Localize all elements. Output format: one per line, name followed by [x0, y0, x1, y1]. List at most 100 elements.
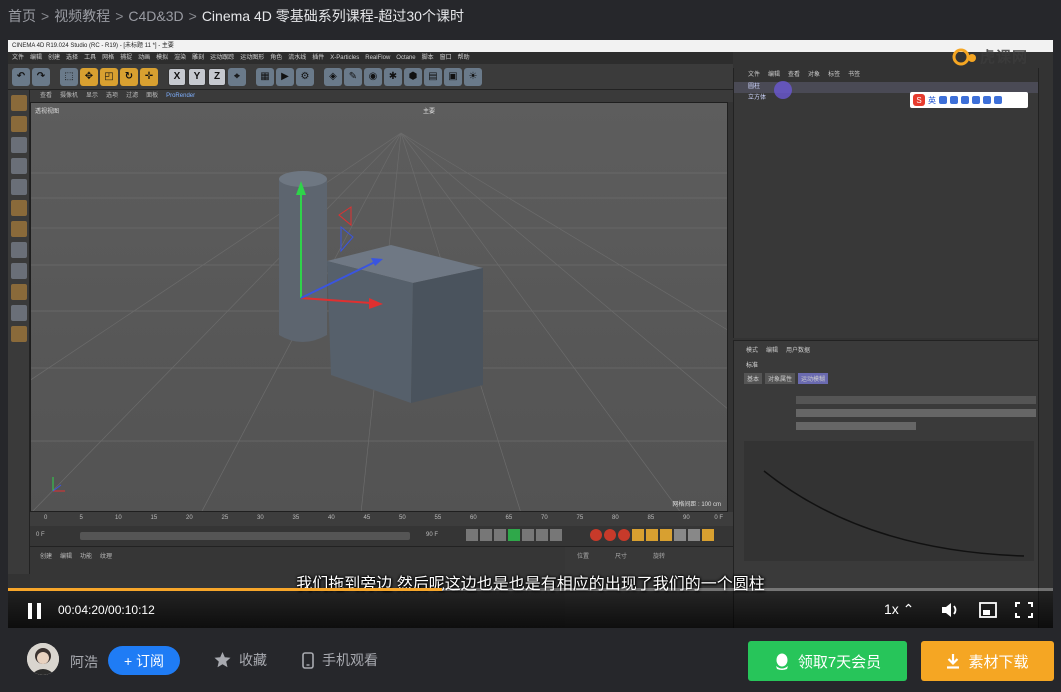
timeline-tick-label: 70	[541, 515, 548, 521]
array-icon: ✱	[384, 67, 402, 86]
timeline-tick-label: 50	[399, 515, 406, 521]
transport-bar: 0 F 90 F	[30, 526, 733, 546]
download-materials-button[interactable]: 素材下载	[921, 641, 1054, 681]
mode-workplane-icon	[10, 137, 27, 153]
app-menu-item: 文件	[12, 55, 25, 61]
pause-icon	[28, 603, 32, 619]
render-settings-icon: ⚙	[296, 67, 314, 86]
deformer-icon: ⬢	[404, 67, 422, 86]
z-axis-icon: Z	[208, 67, 226, 86]
viewport-menu-filter: 过滤	[126, 93, 139, 99]
app-menu-item: 流水线	[288, 55, 307, 61]
timeline-tick-label: 0	[44, 515, 48, 521]
page: 首页 > 视频教程 > C4D&3D > Cinema 4D 零基础系列课程-超…	[0, 0, 1061, 692]
timeline-tick-label: 25	[221, 515, 229, 521]
goto-start-icon	[466, 529, 478, 541]
volume-icon[interactable]	[940, 601, 960, 619]
favorite-label: 收藏	[239, 652, 267, 668]
claim-vip-button[interactable]: 领取7天会员	[748, 641, 907, 681]
mode-edges-icon	[10, 179, 27, 195]
player-controls: 00:04:20/00:10:12 1x ⌃	[8, 591, 1053, 628]
viewport-menu-camera: 摄像机	[60, 93, 79, 99]
viewport-scene	[31, 132, 727, 511]
key-pla-icon	[688, 529, 700, 541]
mode-polygons-icon	[10, 200, 27, 216]
time-display: 00:04:20/00:10:12	[58, 603, 155, 617]
coord-rotation: 旋转	[653, 554, 666, 560]
mode-toolbar	[8, 90, 30, 574]
app-menu-item: 帮助	[457, 55, 470, 61]
ime-voice-icon	[961, 96, 969, 104]
material-menu-texture: 纹理	[100, 554, 113, 560]
mode-points-icon	[10, 158, 27, 174]
video-player[interactable]: CINEMA 4D R19.024 Studio (RC - R19) - [未…	[8, 40, 1053, 628]
app-menu-item: X-Particles	[330, 55, 360, 61]
timeline-tick-label: 75	[576, 515, 584, 521]
viewport-menu-prorender: ProRender	[166, 93, 196, 99]
favorite-button[interactable]: 收藏	[214, 650, 267, 670]
timeline-tick-label: 45	[363, 515, 371, 521]
app-menu-item: 网格	[102, 55, 115, 61]
prev-frame-icon	[494, 529, 506, 541]
timeline-tick-label: 5	[79, 515, 83, 521]
subdivision-icon: ◉	[364, 67, 382, 86]
object-menu-tags: 标签	[828, 72, 841, 78]
app-menu-item: 动画	[138, 55, 151, 61]
avatar[interactable]	[27, 643, 59, 675]
picture-in-picture-icon[interactable]	[978, 601, 998, 619]
pause-button[interactable]	[28, 603, 42, 619]
author-name[interactable]: 阿浩	[70, 652, 98, 672]
app-menu-item: 运动图形	[240, 55, 265, 61]
material-menu-function: 功能	[80, 554, 93, 560]
redo-icon: ↷	[32, 67, 50, 86]
attr-subtab-object: 对象属性	[765, 373, 796, 384]
qq-icon	[775, 653, 788, 670]
app-menu-item: 模拟	[156, 55, 169, 61]
coordinate-headers: 位置 尺寸 旋转	[565, 547, 733, 564]
camera-icon: ▣	[444, 67, 462, 86]
mode-tweak-icon	[10, 242, 27, 258]
prev-key-icon	[480, 529, 492, 541]
coord-position: 位置	[577, 554, 590, 560]
mode-texture-icon	[10, 116, 27, 132]
render-view-icon: ▦	[256, 67, 274, 86]
breadcrumb-separator: >	[115, 8, 124, 24]
mode-model-icon	[10, 95, 27, 111]
undo-icon: ↶	[12, 67, 30, 86]
fullscreen-icon[interactable]	[1014, 601, 1034, 619]
timeline-tick-label: 85	[647, 515, 655, 521]
attr-subtab-motion-blur: 运动模糊	[798, 373, 829, 384]
breadcrumb-home[interactable]: 首页	[8, 6, 36, 26]
floor-icon: ▤	[424, 67, 442, 86]
key-param-icon	[674, 529, 686, 541]
cylinder-object	[279, 171, 327, 342]
timeline-tick-label: 35	[292, 515, 300, 521]
auto-key-icon	[604, 529, 616, 541]
speed-button[interactable]: 1x ⌃	[884, 601, 914, 618]
object-menu-file: 文件	[748, 72, 761, 78]
sogou-icon: S	[913, 94, 925, 106]
select-icon: ⬚	[60, 67, 78, 86]
viewport-menu-view: 查看	[40, 93, 53, 99]
attr-slider-3	[796, 422, 916, 430]
breadcrumb-c4d-3d[interactable]: C4D&3D	[128, 8, 183, 24]
subscribe-button[interactable]: + 订阅	[108, 646, 180, 675]
next-key-icon	[536, 529, 548, 541]
breadcrumb-video-tutorials[interactable]: 视频教程	[54, 6, 110, 26]
viewport-menu-options: 选项	[106, 93, 119, 99]
light-icon: ☀	[464, 67, 482, 86]
timeline-tick-label: 40	[328, 515, 335, 521]
x-axis-icon: X	[168, 67, 186, 86]
attr-slider-1	[796, 396, 1036, 404]
side-tabs	[1038, 68, 1053, 628]
mobile-watch-button[interactable]: 手机观看	[302, 650, 378, 670]
transport-start-field: 0 F	[36, 532, 45, 538]
app-menu-item: 渲染	[174, 55, 187, 61]
app-menu-item: 脚本	[421, 55, 434, 61]
cursor-highlight	[774, 81, 792, 99]
speed-value: 1x	[884, 601, 899, 617]
falloff-curve-graph	[744, 441, 1034, 561]
app-menu-item: RealFlow	[365, 55, 391, 61]
timeline-ruler: 0 F 0 5 10 15 20 25 30 35 40 45 50 55 60 65 70 75 80 85 90	[30, 512, 733, 526]
object-manager: 文件 编辑 查看 对象 标签 书签 圆柱 立方体	[733, 68, 1038, 338]
